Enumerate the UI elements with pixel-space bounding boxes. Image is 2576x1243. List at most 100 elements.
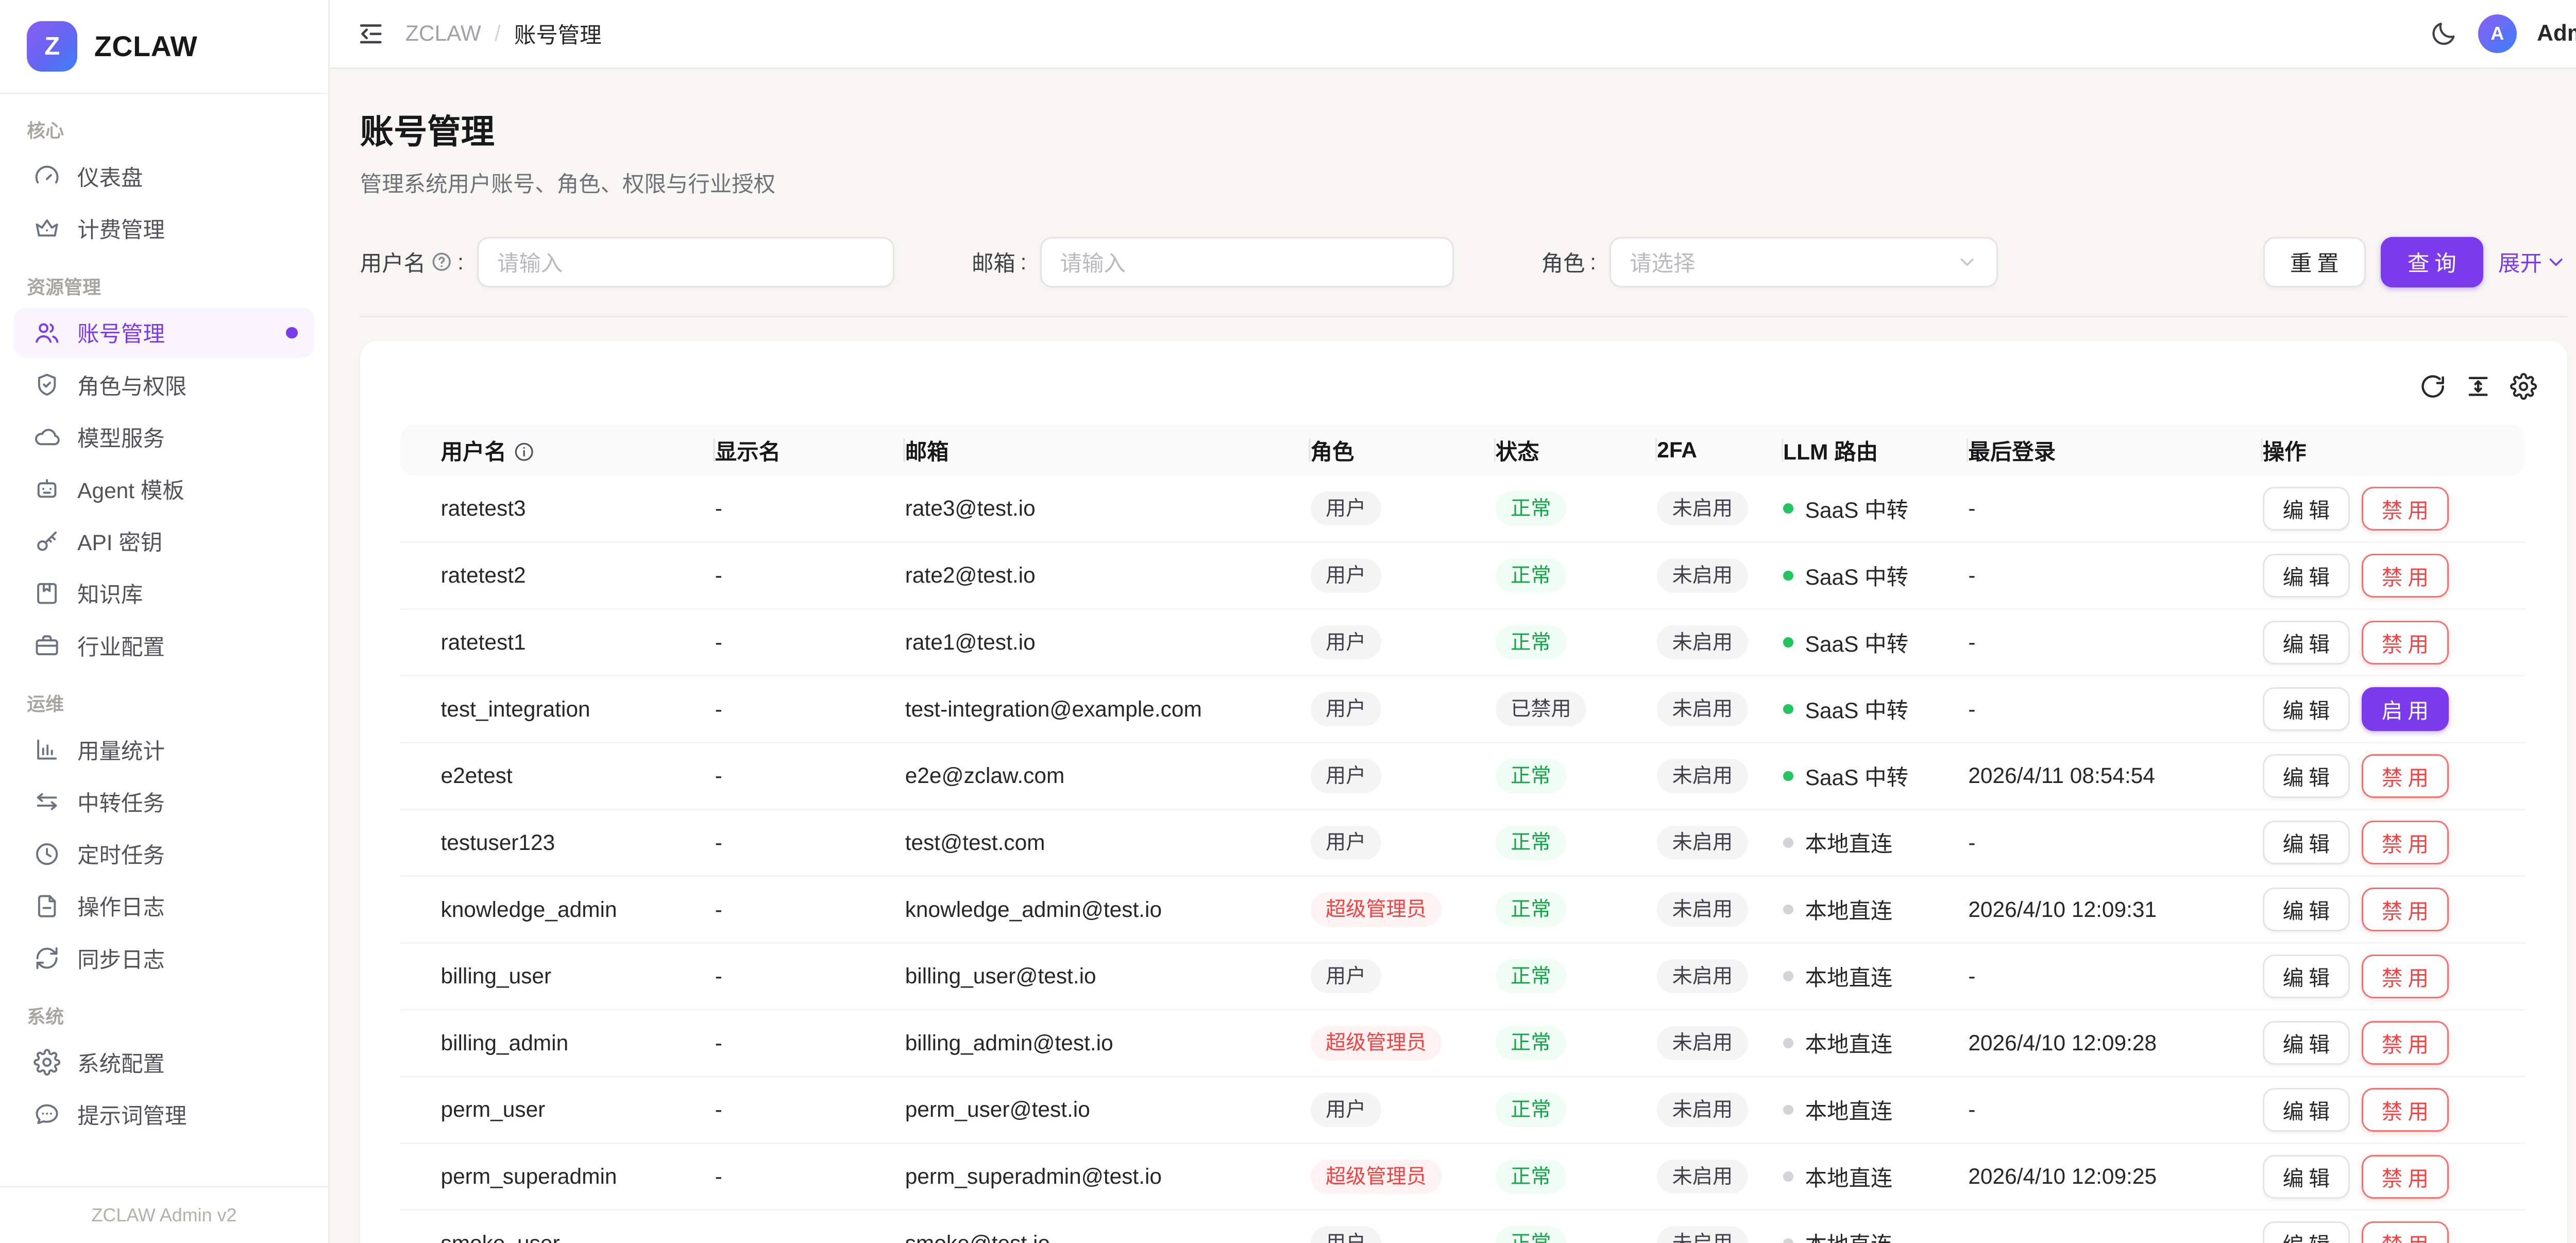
sidebar-item-scheduled-tasks[interactable]: 定时任务 [13,829,315,879]
cell-username: ratetest1 [400,609,715,676]
edit-button[interactable]: 编辑 [2263,687,2350,731]
twofa-badge: 未启用 [1657,558,1748,593]
message-icon [33,1101,60,1128]
column-header-status: 状态 [1496,425,1657,475]
disable-button[interactable]: 禁用 [2362,888,2449,931]
edit-button[interactable]: 编辑 [2263,821,2350,864]
sidebar-item-industry-config[interactable]: 行业配置 [13,620,315,671]
bot-icon [33,475,60,502]
twofa-badge: 未启用 [1657,826,1748,860]
edit-button[interactable]: 编辑 [2263,1155,2350,1199]
disable-button[interactable]: 禁用 [2362,487,2449,531]
edit-button[interactable]: 编辑 [2263,554,2350,598]
disable-button[interactable]: 禁用 [2362,821,2449,864]
sidebar-item-billing[interactable]: 计费管理 [13,203,315,254]
disable-button[interactable]: 禁用 [2362,1155,2449,1199]
sidebar-item-relay-tasks[interactable]: 中转任务 [13,777,315,827]
status-badge: 正常 [1496,491,1566,526]
cell-display-name: - [715,609,905,676]
edit-button[interactable]: 编辑 [2263,621,2350,665]
row-density-icon[interactable] [2465,373,2492,400]
search-button[interactable]: 查询 [2381,237,2483,287]
user-avatar[interactable]: A [2478,14,2517,53]
sidebar-item-system-config[interactable]: 系统配置 [13,1037,315,1087]
edit-button[interactable]: 编辑 [2263,888,2350,931]
cell-llm-route: 本地直连 [1783,1143,1968,1210]
username-label-colon: : [457,250,464,275]
cell-email: knowledge_admin@test.io [905,876,1311,943]
sidebar-item-label: 仪表盘 [77,161,143,192]
cell-username: knowledge_admin [400,876,715,943]
cell-role: 用户 [1311,1077,1496,1144]
user-name[interactable]: Admin [2537,21,2576,46]
edit-button[interactable]: 编辑 [2263,1021,2350,1065]
chart-icon [33,736,60,763]
table-row: perm_superadmin-perm_superadmin@test.io超… [400,1143,2525,1210]
username-input[interactable]: 请输入 [477,237,894,287]
sidebar-item-usage-stats[interactable]: 用量统计 [13,724,315,775]
disable-button[interactable]: 禁用 [2362,1088,2449,1132]
email-input[interactable]: 请输入 [1040,237,1454,287]
enable-button[interactable]: 启用 [2362,687,2449,731]
cell-role: 超级管理员 [1311,876,1496,943]
table-row: ratetest1-rate1@test.io用户正常未启用SaaS 中转-编辑… [400,609,2525,676]
llm-route-indicator: SaaS 中转 [1783,693,1955,725]
chevron-down-icon [2545,251,2567,273]
sidebar-item-agent-templates[interactable]: Agent 模板 [13,464,315,515]
sidebar-item-sync-logs[interactable]: 同步日志 [13,933,315,983]
cloud-icon [33,423,60,450]
cell-llm-route: 本地直连 [1783,1077,1968,1144]
cell-actions: 编辑禁用 [2263,1010,2525,1077]
cell-role: 超级管理员 [1311,1143,1496,1210]
cell-email: rate3@test.io [905,475,1311,542]
sidebar-item-model-services[interactable]: 模型服务 [13,412,315,462]
table-toolbar [360,341,2567,425]
cell-status: 正常 [1496,1210,1657,1243]
sidebar-item-dashboard[interactable]: 仪表盘 [13,151,315,202]
edit-button[interactable]: 编辑 [2263,955,2350,998]
cell-role: 用户 [1311,609,1496,676]
sidebar-item-prompt-management[interactable]: 提示词管理 [13,1089,315,1140]
disable-button[interactable]: 禁用 [2362,754,2449,798]
sidebar-item-accounts[interactable]: 账号管理 [13,308,315,358]
breadcrumb: ZCLAW / 账号管理 [405,18,602,49]
edit-button[interactable]: 编辑 [2263,1221,2350,1243]
twofa-badge: 未启用 [1657,1093,1748,1127]
sidebar-item-operation-logs[interactable]: 操作日志 [13,881,315,931]
role-badge: 用户 [1311,959,1381,994]
role-label-colon: : [1590,250,1596,275]
column-header-email: 邮箱 [905,425,1311,475]
expand-toggle[interactable]: 展开 [2498,246,2567,278]
breadcrumb-root[interactable]: ZCLAW [405,21,481,46]
cell-role: 用户 [1311,743,1496,810]
filter-actions: 重置 查询 展开 [2263,237,2567,287]
disable-button[interactable]: 禁用 [2362,621,2449,665]
cell-display-name: - [715,809,905,876]
sidebar-item-api-keys[interactable]: API 密钥 [13,516,315,567]
sidebar-item-roles-permissions[interactable]: 角色与权限 [13,360,315,410]
edit-button[interactable]: 编辑 [2263,487,2350,531]
disable-button[interactable]: 禁用 [2362,1021,2449,1065]
disable-button[interactable]: 禁用 [2362,955,2449,998]
sidebar-item-knowledge-base[interactable]: 知识库 [13,568,315,619]
theme-toggle-moon-icon[interactable] [2429,20,2458,48]
table-row: ratetest2-rate2@test.io用户正常未启用SaaS 中转-编辑… [400,542,2525,609]
status-badge: 正常 [1496,959,1566,994]
disable-button[interactable]: 禁用 [2362,554,2449,598]
edit-button[interactable]: 编辑 [2263,754,2350,798]
column-settings-gear-icon[interactable] [2510,373,2537,400]
disable-button[interactable]: 禁用 [2362,1221,2449,1243]
cell-email: test@test.com [905,809,1311,876]
role-badge: 用户 [1311,1226,1381,1243]
username-label-text: 用户名 [360,246,426,278]
edit-button[interactable]: 编辑 [2263,1088,2350,1132]
reset-button[interactable]: 重置 [2263,237,2366,287]
sidebar-collapse-icon[interactable] [357,20,385,48]
llm-route-indicator: 本地直连 [1783,1027,1955,1059]
refresh-icon[interactable] [2419,373,2446,400]
cell-2fa: 未启用 [1657,743,1783,810]
twofa-badge: 未启用 [1657,759,1748,793]
sidebar-section-label: 运维 [27,689,301,716]
role-select[interactable]: 请选择 [1609,237,1998,287]
cell-llm-route: 本地直连 [1783,876,1968,943]
